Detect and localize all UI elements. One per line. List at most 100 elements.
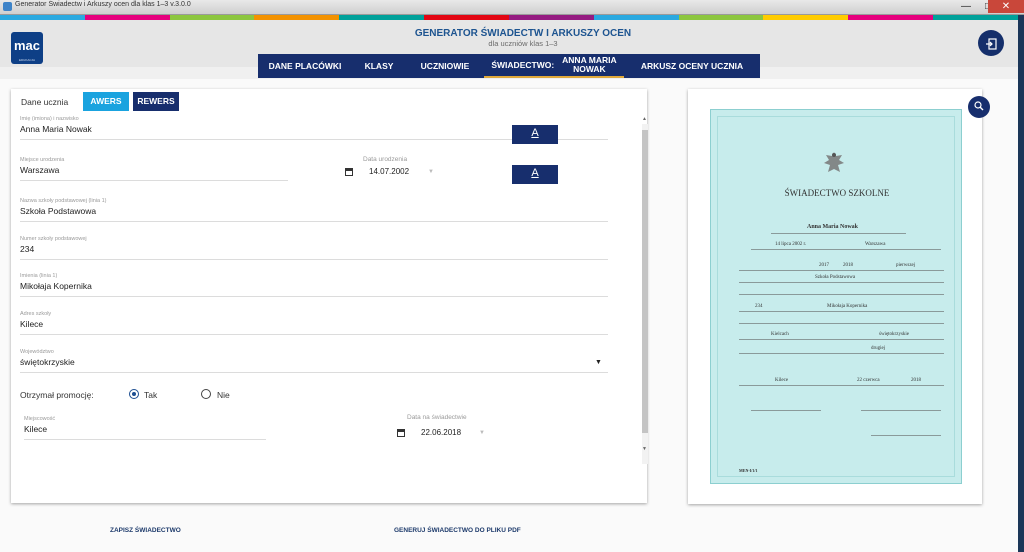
cert-rule — [739, 339, 944, 340]
close-window-button[interactable]: ✕ — [988, 0, 1024, 13]
school-name-label: Nazwa szkoły podstawowej (linia 1) — [20, 198, 107, 204]
cert-rule — [739, 282, 944, 283]
place-input[interactable]: Kilece — [24, 424, 266, 440]
birthplace-label: Miejsce urodzenia — [20, 157, 65, 163]
main-nav: DANE PLACÓWKI KLASY UCZNIOWIE ŚWIADECTWO… — [258, 54, 760, 78]
tab-label: ARKUSZ OCENY UCZNIA — [640, 61, 744, 71]
main-content: Dane ucznia AWERS REWERS Imię (imiona) i… — [0, 79, 1018, 552]
cert-date-label: Data na świadectwie — [407, 414, 467, 421]
cert-rule — [739, 323, 944, 324]
tab-label: UCZNIOWIE — [420, 61, 470, 71]
place-field[interactable]: Miejscowość Kilece — [24, 416, 266, 440]
desktop-edge — [1018, 15, 1024, 552]
cert-rule — [751, 249, 941, 250]
tab-arkusz-oceny[interactable]: ARKUSZ OCENY UCZNIA — [624, 54, 760, 78]
school-name-field[interactable]: Nazwa szkoły podstawowej (linia 1) Szkoł… — [20, 198, 608, 222]
cert-rule — [871, 435, 941, 436]
school-number-label: Numer szkoły podstawowej — [20, 236, 87, 242]
birthdate-label: Data urodzenia — [363, 156, 408, 163]
rewers-tab[interactable]: REWERS — [133, 92, 179, 111]
address-label: Adres szkoły — [20, 311, 52, 317]
cert-rule — [771, 233, 906, 234]
dropdown-arrow-icon[interactable]: ▼ — [595, 359, 602, 366]
certificate-page: ŚWIADECTWO SZKOLNE Anna Maria Nowak 14 l… — [710, 109, 962, 484]
promotion-no-label[interactable]: Nie — [217, 390, 230, 400]
birthplace-font-button[interactable]: A — [512, 165, 558, 184]
cert-year: 2018 — [911, 378, 921, 383]
tab-klasy[interactable]: KLASY — [352, 54, 406, 78]
school-name-input[interactable]: Szkoła Podstawowa — [20, 206, 608, 222]
cert-rule — [739, 270, 944, 271]
zoom-button[interactable] — [968, 96, 990, 118]
cert-rule — [751, 410, 821, 411]
patron-input[interactable]: Mikołaja Kopernika — [20, 281, 608, 297]
birthplace-input[interactable]: Warszawa — [20, 165, 288, 181]
cert-birthplace: Warszawa — [865, 242, 886, 247]
scrollbar-thumb[interactable] — [642, 130, 648, 433]
awers-tab[interactable]: AWERS — [83, 92, 129, 111]
cert-promotion-class: drugiej — [871, 346, 886, 351]
tab-uczniowie[interactable]: UCZNIOWIE — [406, 54, 484, 78]
calendar-icon[interactable] — [397, 429, 405, 437]
chevron-down-icon[interactable]: ▼ — [428, 169, 434, 175]
cert-city: Kielcach — [771, 332, 789, 337]
window-title: Generator Świadectw i Arkuszy ocen dla k… — [15, 1, 191, 8]
address-field[interactable]: Adres szkoły Kilece — [20, 311, 608, 335]
save-certificate-button[interactable]: ZAPISZ ŚWIADECTWO — [110, 527, 181, 534]
generate-pdf-button[interactable]: GENERUJ ŚWIADECTWO DO PLIKU PDF — [394, 527, 521, 534]
cert-year-to: 2018 — [843, 263, 853, 268]
cert-voivodeship: świętokrzyskie — [879, 332, 909, 337]
cert-rule — [739, 294, 944, 295]
calendar-icon[interactable] — [345, 168, 353, 176]
section-label: Dane ucznia — [21, 97, 69, 107]
school-number-input[interactable]: 234 — [20, 244, 608, 260]
app-subtitle: dla uczniów klas 1–3 — [488, 39, 558, 48]
minimize-button[interactable]: — — [955, 0, 977, 13]
cert-class: pierwszej — [896, 263, 916, 268]
cert-rule — [739, 385, 944, 386]
app-icon — [3, 2, 12, 11]
scroll-up-icon[interactable]: ▲ — [642, 116, 647, 122]
scroll-down-icon[interactable]: ▼ — [642, 446, 647, 452]
birthdate-input[interactable]: 14.07.2002 — [369, 167, 409, 176]
cert-name: Anna Maria Nowak — [807, 224, 859, 230]
eagle-emblem-icon — [824, 152, 844, 172]
logout-icon — [986, 38, 997, 50]
promotion-no-radio[interactable] — [201, 389, 211, 399]
logo-subtext: EDUKACJA — [18, 58, 35, 62]
tab-dane-placowki[interactable]: DANE PLACÓWKI — [258, 54, 352, 78]
certificate-preview: ŚWIADECTWO SZKOLNE Anna Maria Nowak 14 l… — [688, 89, 982, 504]
tab-label: KLASY — [364, 61, 394, 71]
cert-day: 22 czerwca — [857, 378, 880, 383]
voivodeship-label: Województwo — [20, 349, 54, 355]
cert-school: Szkoła Podstawowa — [815, 275, 856, 280]
tab-swiadectwo[interactable]: ŚWIADECTWO: ANNA MARIA NOWAK — [484, 54, 624, 78]
window-titlebar: Generator Świadectw i Arkuszy ocen dla k… — [0, 0, 1024, 15]
patron-field[interactable]: Imienia (linia 1) Mikołaja Kopernika — [20, 273, 608, 297]
school-number-field[interactable]: Numer szkoły podstawowej 234 — [20, 236, 608, 260]
chevron-down-icon[interactable]: ▼ — [479, 430, 485, 436]
cert-rule — [739, 311, 944, 312]
voivodeship-select[interactable]: Województwo świętokrzyskie ▼ — [20, 349, 608, 373]
cert-year-from: 2017 — [819, 263, 829, 268]
place-label: Miejscowość — [24, 416, 56, 422]
patron-label: Imienia (linia 1) — [20, 273, 58, 279]
promotion-yes-label[interactable]: Tak — [144, 390, 157, 400]
promotion-yes-radio[interactable] — [129, 389, 139, 399]
tab-student-last: NOWAK — [573, 64, 606, 74]
cert-rule — [739, 353, 944, 354]
cert-birthdate: 14 lipca 2002 r. — [775, 242, 807, 247]
voivodeship-value[interactable]: świętokrzyskie — [20, 357, 608, 373]
tab-label: ŚWIADECTWO: — [491, 60, 555, 70]
student-form-card: Dane ucznia AWERS REWERS Imię (imiona) i… — [11, 89, 648, 503]
exit-button[interactable] — [978, 30, 1004, 56]
cert-place: Kilece — [775, 378, 789, 383]
cert-patron: Mikołaja Kopernika — [827, 304, 868, 309]
name-font-button[interactable]: A — [512, 125, 558, 144]
birthplace-field[interactable]: Miejsce urodzenia Warszawa — [20, 157, 288, 181]
address-input[interactable]: Kilece — [20, 319, 608, 335]
app-title: GENERATOR ŚWIADECTW I ARKUSZY OCEN — [414, 28, 632, 39]
cert-number: 234 — [755, 304, 763, 309]
cert-date-input[interactable]: 22.06.2018 — [421, 428, 461, 437]
form-scrollbar[interactable]: ▲ ▼ — [642, 116, 648, 464]
